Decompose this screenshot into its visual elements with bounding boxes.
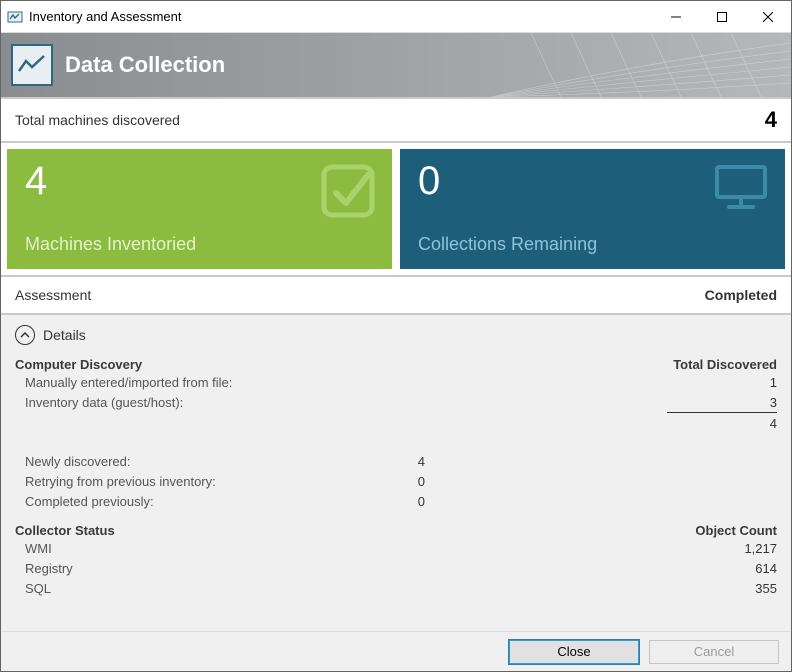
collector-grid: WMI 1,217 Registry 614 SQL 355	[15, 538, 777, 598]
details-panel: Details Computer Discovery Total Discove…	[1, 315, 791, 631]
tile-inventoried-label: Machines Inventoried	[25, 234, 374, 255]
banner-mesh-decoration	[491, 33, 791, 97]
table-row: Manually entered/imported from file: 1	[25, 372, 777, 392]
page-banner: Data Collection	[1, 33, 791, 97]
titlebar-left: Inventory and Assessment	[1, 9, 181, 25]
page-title: Data Collection	[65, 52, 225, 78]
cancel-button: Cancel	[649, 640, 779, 664]
table-row: Newly discovered: 4	[25, 451, 777, 471]
chevron-up-icon	[20, 330, 30, 340]
object-count-heading: Object Count	[695, 523, 777, 538]
discovery-section-head: Computer Discovery Total Discovered	[15, 357, 777, 372]
table-row: WMI 1,217	[25, 538, 777, 558]
window-root: Inventory and Assessment	[0, 0, 792, 672]
assessment-status: Completed	[705, 287, 777, 303]
titlebar: Inventory and Assessment	[1, 1, 791, 33]
total-discovered-row: Total machines discovered 4	[1, 97, 791, 143]
table-row: Inventory data (guest/host): 3	[25, 392, 777, 412]
table-row: Retrying from previous inventory: 0	[25, 471, 777, 491]
collapse-toggle[interactable]	[15, 325, 35, 345]
details-title: Details	[43, 327, 86, 343]
total-discovered-label: Total machines discovered	[15, 112, 180, 128]
table-row: Completed previously: 0	[25, 491, 777, 511]
dialog-footer: Close Cancel	[1, 631, 791, 671]
discovery-grid: Manually entered/imported from file: 1 I…	[15, 372, 777, 511]
details-header: Details	[15, 325, 777, 345]
collector-heading: Collector Status	[15, 523, 115, 538]
table-row: SQL 355	[25, 578, 777, 598]
minimize-button[interactable]	[653, 1, 699, 32]
table-row: 4	[25, 413, 777, 433]
checkmark-icon	[320, 163, 376, 222]
window-controls	[653, 1, 791, 32]
total-discovered-heading: Total Discovered	[673, 357, 777, 372]
app-icon	[7, 9, 23, 25]
monitor-icon	[713, 163, 769, 214]
maximize-button[interactable]	[699, 1, 745, 32]
window-title: Inventory and Assessment	[29, 9, 181, 24]
tile-remaining: 0 Collections Remaining	[400, 149, 785, 269]
close-dialog-button[interactable]: Close	[509, 640, 639, 664]
table-row: Registry 614	[25, 558, 777, 578]
assessment-row: Assessment Completed	[1, 275, 791, 315]
total-discovered-value: 4	[765, 107, 777, 133]
chart-line-icon	[11, 44, 53, 86]
discovery-heading: Computer Discovery	[15, 357, 142, 372]
tile-inventoried: 4 Machines Inventoried	[7, 149, 392, 269]
collector-section-head: Collector Status Object Count	[15, 523, 777, 538]
tile-remaining-label: Collections Remaining	[418, 234, 767, 255]
close-button[interactable]	[745, 1, 791, 32]
assessment-label: Assessment	[15, 287, 91, 303]
summary-tiles: 4 Machines Inventoried 0 Collections Rem…	[1, 143, 791, 275]
